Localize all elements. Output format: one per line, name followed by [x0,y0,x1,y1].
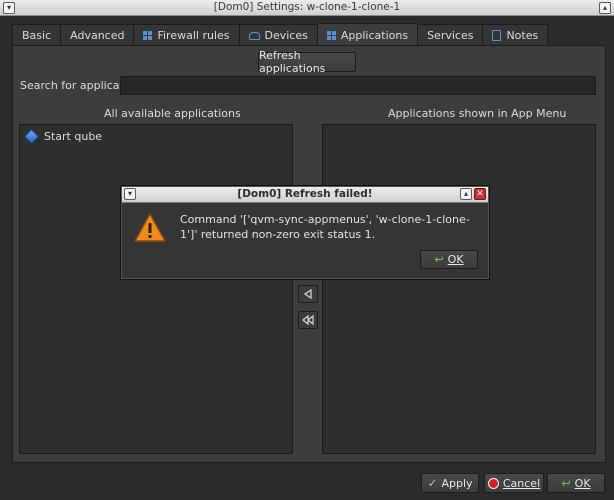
tab-applications[interactable]: Applications [316,23,419,46]
ok-check-icon: ↩ [561,476,571,490]
ok-button[interactable]: ↩ OK [547,473,605,493]
dialog-ok-label: OK [447,253,464,266]
available-apps-header: All available applications [104,107,241,120]
available-apps-list[interactable]: Start qube [19,124,293,454]
tab-notes-label: Notes [506,29,539,42]
dialog-title: [Dom0] Refresh failed! [237,188,373,200]
apply-button[interactable]: ✓ Apply [421,473,479,493]
ok-check-icon: ↩ [434,253,444,266]
double-chevron-left-icon [302,315,314,325]
refresh-applications-button[interactable]: Refresh applications [258,49,356,75]
tab-services[interactable]: Services [417,24,484,46]
chevron-left-icon [303,289,312,299]
shown-apps-list[interactable] [322,124,596,454]
dialog-restore-button[interactable]: ▴ [460,188,472,200]
window-restore-button[interactable]: ▴ [599,2,611,14]
list-item-label: Start qube [44,130,103,143]
dialog-message: Command '['qvm-sync-appmenus', 'w-clone-… [180,213,470,241]
notes-icon [492,30,502,41]
tab-devices-label: Devices [264,29,308,42]
drive-icon [248,31,260,40]
tab-basic[interactable]: Basic [12,24,62,46]
refresh-failed-dialog[interactable]: ▾ [Dom0] Refresh failed! ▴ ✕ Command '['… [120,185,490,280]
cancel-stop-icon [487,477,499,489]
warning-icon [134,213,166,242]
tab-firewall-label: Firewall rules [157,29,230,42]
search-input[interactable] [120,76,596,95]
move-all-left-button[interactable] [298,311,318,329]
dialog-close-button[interactable]: ✕ [474,188,486,200]
tab-bar: Basic Advanced Firewall rules Devices Ap… [12,23,549,46]
firewall-icon [143,31,153,40]
apply-label: Apply [441,476,473,490]
apply-check-icon: ✓ [427,476,438,490]
tab-basic-label: Basic [22,29,52,42]
move-left-button[interactable] [298,285,318,303]
tab-applications-label: Applications [340,28,409,42]
cancel-label: Cancel [502,476,541,490]
apps-grid-icon [326,30,336,40]
tab-firewall-rules[interactable]: Firewall rules [133,24,240,46]
dialog-titlebar[interactable]: ▾ [Dom0] Refresh failed! ▴ ✕ [122,187,488,203]
dialog-ok-button[interactable]: ↩ OK [420,250,478,269]
shown-apps-header: Applications shown in App Menu [388,107,567,120]
tab-services-label: Services [427,29,474,42]
ok-label: OK [574,476,591,490]
tab-devices[interactable]: Devices [238,24,318,46]
tab-advanced-label: Advanced [70,29,125,42]
window-title: [Dom0] Settings: w-clone-1-clone-1 [213,1,401,13]
qube-cube-icon [24,129,39,144]
tab-advanced[interactable]: Advanced [60,24,135,46]
list-item[interactable]: Start qube [24,129,103,144]
tab-notes[interactable]: Notes [482,24,549,46]
window-titlebar[interactable]: ▾ [Dom0] Settings: w-clone-1-clone-1 ▴ [0,0,614,16]
cancel-button[interactable]: Cancel [484,473,544,493]
